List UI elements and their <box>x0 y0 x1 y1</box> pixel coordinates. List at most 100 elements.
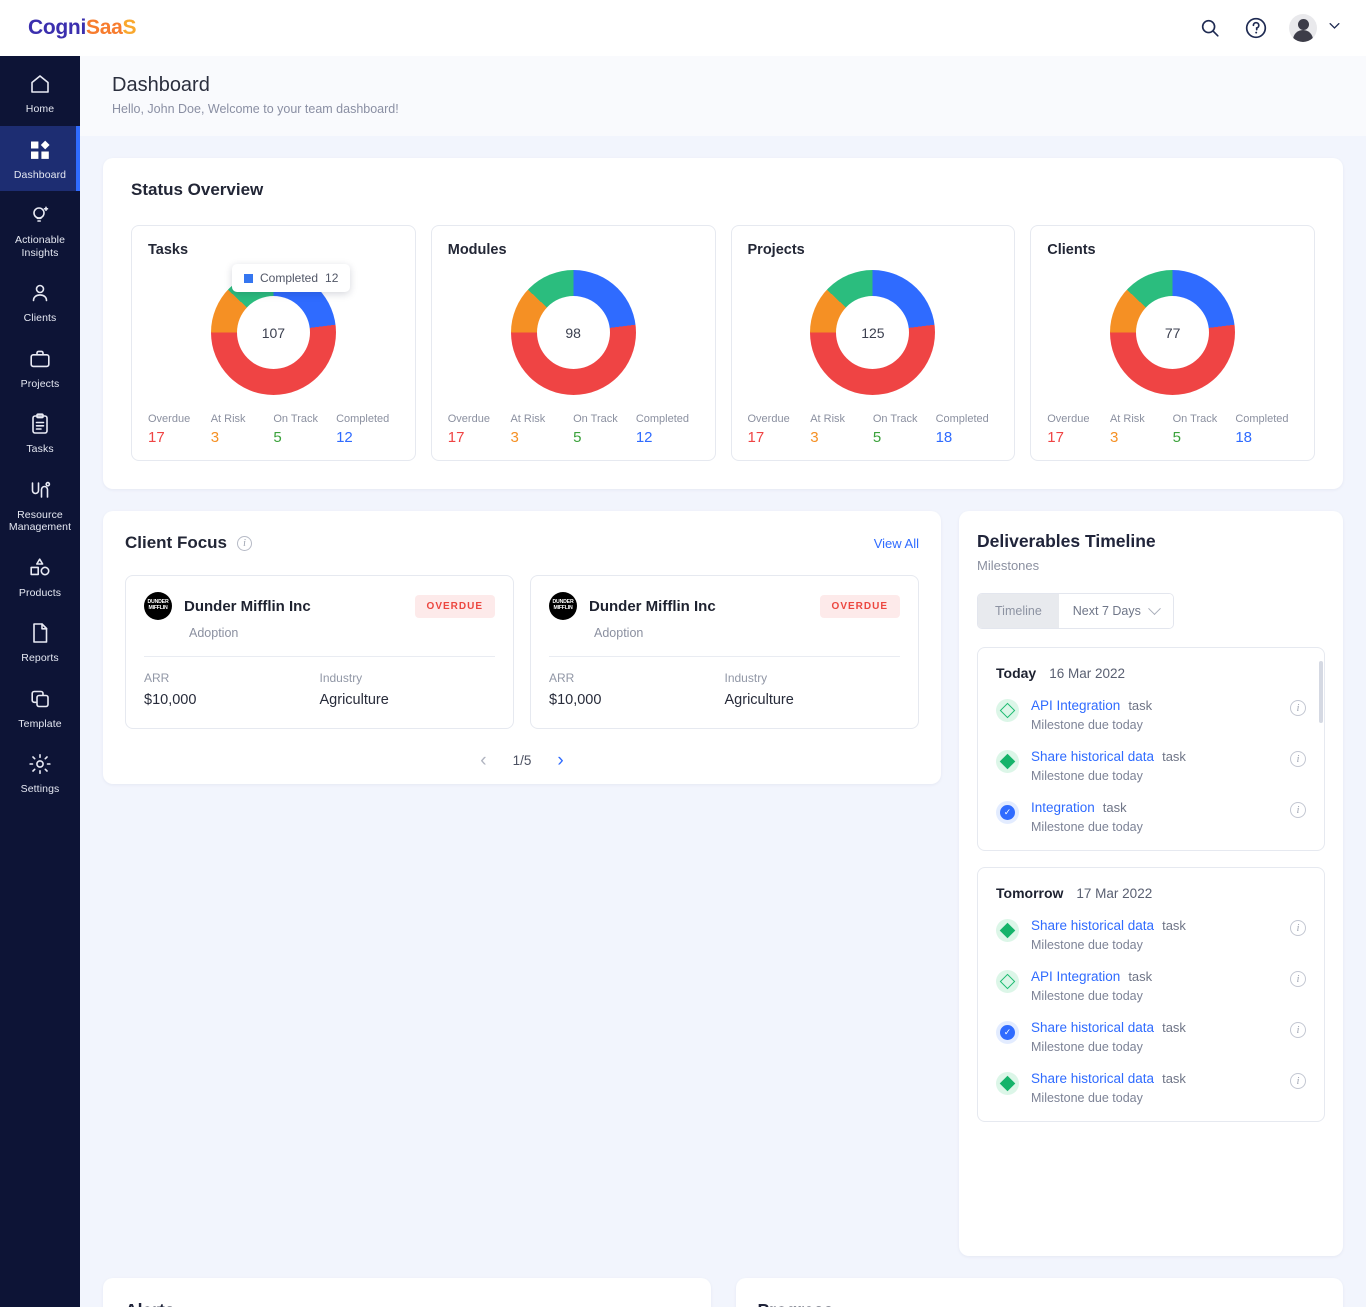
timeline-item-name[interactable]: Share historical data <box>1031 1020 1154 1035</box>
timeline-group-date: 16 Mar 2022 <box>1049 666 1126 681</box>
pager-prev-button[interactable]: ‹ <box>480 751 486 770</box>
progress-panel: Progress ClientsProjectsModules DUNDERMI… <box>735 1278 1343 1307</box>
search-icon[interactable] <box>1197 15 1223 41</box>
legend-key: Overdue <box>447 413 490 425</box>
status-overview-title: Status Overview <box>131 180 264 199</box>
info-icon[interactable]: i <box>237 535 253 551</box>
sidebar-item-label: Settings <box>20 783 60 795</box>
alerts-header: Alerts ClientsProjectsModules <box>125 1300 689 1307</box>
donut-chart[interactable]: 125 <box>810 270 936 395</box>
middle-row: Client Focus i View All DUNDER MIFFLIN Dun… <box>103 511 1343 1256</box>
timeline-item-line: API Integration task <box>1031 698 1278 713</box>
chevron-down-icon <box>1148 601 1161 615</box>
sidebar-item-resource-management[interactable]: Resource Management <box>0 466 80 544</box>
info-icon[interactable]: i <box>1290 1073 1306 1089</box>
tooltip-label: Completed <box>260 271 319 285</box>
timeline-item[interactable]: Share historical data task Milestone due t… <box>996 749 1306 783</box>
client-focus-client: DUNDER MIFFLIN Dunder Mifflin Inc <box>549 592 716 620</box>
legend-value: 12 <box>336 429 353 446</box>
sidebar-item-home[interactable]: Home <box>0 60 80 126</box>
milestone-check-circle-icon: ✓ <box>996 1021 1019 1044</box>
sidebar-item-tasks[interactable]: Tasks <box>0 400 80 466</box>
sidebar-item-label: Products <box>18 586 62 599</box>
legend-overdue: Overdue 17 <box>148 413 211 446</box>
status-card-title: Clients <box>1047 242 1096 258</box>
info-icon[interactable]: i <box>1290 700 1306 716</box>
client-focus-title-group: Client Focus i <box>125 533 253 553</box>
sidebar-item-actionable-insights[interactable]: Actionable Insights <box>0 191 80 269</box>
copy-icon <box>28 687 52 711</box>
sidebar-item-settings[interactable]: Settings <box>0 740 80 806</box>
legend-value: 5 <box>273 429 282 446</box>
timeline-subtitle: Milestones <box>977 558 1040 573</box>
client-focus-card[interactable]: DUNDER MIFFLIN Dunder Mifflin Inc OVERDUE Ad… <box>530 575 919 729</box>
legend-key: Completed <box>635 413 690 425</box>
timeline-group-header: Tomorrow 17 Mar 2022 <box>996 885 1306 901</box>
pager-next-button[interactable]: › <box>557 751 563 770</box>
milestone-check-circle-icon: ✓ <box>996 801 1019 824</box>
timeline-item-body: Share historical data task Milestone due t… <box>1031 1071 1278 1105</box>
legend-at-risk: At Risk 3 <box>810 413 873 446</box>
timeline-item-line: API Integration task <box>1031 969 1278 984</box>
donut-center-total: 107 <box>236 296 310 369</box>
timeline-scrollbar[interactable] <box>1319 661 1323 723</box>
user-menu[interactable] <box>1289 14 1342 42</box>
info-icon[interactable]: i <box>1290 971 1306 987</box>
help-circle-icon[interactable] <box>1243 15 1269 41</box>
view-all-link[interactable]: View All <box>874 536 919 551</box>
status-card-legend: Overdue 17 At Risk 3 On Track 5 Completed 18 <box>748 413 999 446</box>
arr-field: ARR $10,000 <box>549 671 725 708</box>
sidebar-item-reports[interactable]: Reports <box>0 609 80 675</box>
timeline-item-name[interactable]: Integration <box>1031 800 1095 815</box>
donut-chart-wrap: 107 Completed 12 <box>148 264 399 395</box>
timeline-item[interactable]: ✓ Integration task Milestone due today i <box>996 800 1306 834</box>
milestone-diamond-filled-icon <box>996 1072 1019 1095</box>
shapes-icon <box>28 556 52 580</box>
divider <box>144 656 495 657</box>
timeline-item[interactable]: Share historical data task Milestone due t… <box>996 1071 1306 1105</box>
timeline-item-name[interactable]: API Integration <box>1031 969 1120 984</box>
timeline-item[interactable]: API Integration task Milestone due today i <box>996 969 1306 1003</box>
sidebar-item-products[interactable]: Products <box>0 544 80 610</box>
timeline-controls: Timeline Next 7 Days <box>977 593 1174 629</box>
timeline-item-name[interactable]: Share historical data <box>1031 918 1154 933</box>
timeline-item-line: Share historical data task <box>1031 1020 1278 1035</box>
divider <box>549 656 900 657</box>
timeline-item-name[interactable]: Share historical data <box>1031 1071 1154 1086</box>
sidebar-item-template[interactable]: Template <box>0 675 80 741</box>
app-logo[interactable]: CogniSaaS <box>28 16 136 40</box>
client-meta: ARR $10,000 Industry Agriculture <box>549 671 900 708</box>
timeline-item-name[interactable]: API Integration <box>1031 698 1120 713</box>
legend-key: Completed <box>935 413 989 425</box>
sidebar-item-dashboard[interactable]: Dashboard <box>0 125 80 191</box>
timeline-item-name[interactable]: Share historical data <box>1031 749 1154 764</box>
status-card-legend: Overdue 17 At Risk 3 On Track 5 Completed 18 <box>1047 413 1298 446</box>
client-logo-dunder-mifflin: DUNDER MIFFLIN <box>549 592 577 620</box>
sidebar-item-clients[interactable]: Clients <box>0 269 80 335</box>
industry-value: Agriculture <box>724 692 794 708</box>
client-focus-card-top: DUNDER MIFFLIN Dunder Mifflin Inc OVERDUE <box>144 592 495 620</box>
donut-chart[interactable]: 98 <box>510 270 636 395</box>
main-content: Dashboard Hello, John Doe, Welcome to yo… <box>80 56 1366 1307</box>
page-header: Dashboard Hello, John Doe, Welcome to yo… <box>80 56 1366 136</box>
timeline-item[interactable]: Share historical data task Milestone due t… <box>996 918 1306 952</box>
client-focus-card[interactable]: DUNDER MIFFLIN Dunder Mifflin Inc OVERDUE Ad… <box>125 575 514 729</box>
legend-overdue: Overdue 17 <box>448 413 511 446</box>
donut-chart[interactable]: 77 <box>1110 270 1236 395</box>
client-meta: ARR $10,000 Industry Agriculture <box>144 671 495 708</box>
legend-value: 18 <box>935 429 953 446</box>
sidebar-item-projects[interactable]: Projects <box>0 335 80 401</box>
timeline-range-select[interactable]: Next 7 Days <box>1058 594 1173 628</box>
info-icon[interactable]: i <box>1290 751 1306 767</box>
industry-label: Industry <box>724 671 768 685</box>
milestone-diamond-filled-icon <box>996 919 1019 942</box>
info-icon[interactable]: i <box>1290 1022 1306 1038</box>
timeline-toggle-button[interactable]: Timeline <box>978 594 1059 628</box>
timeline-item[interactable]: ✓ Share historical data task Milestone due … <box>996 1020 1306 1054</box>
info-icon[interactable]: i <box>1290 920 1306 936</box>
timeline-item[interactable]: API Integration task Milestone due today i <box>996 698 1306 732</box>
info-icon[interactable]: i <box>1290 802 1306 818</box>
legend-key: On Track <box>872 413 918 425</box>
legend-at-risk: At Risk 3 <box>1110 413 1173 446</box>
sidebar-item-label: Dashboard <box>13 168 67 181</box>
